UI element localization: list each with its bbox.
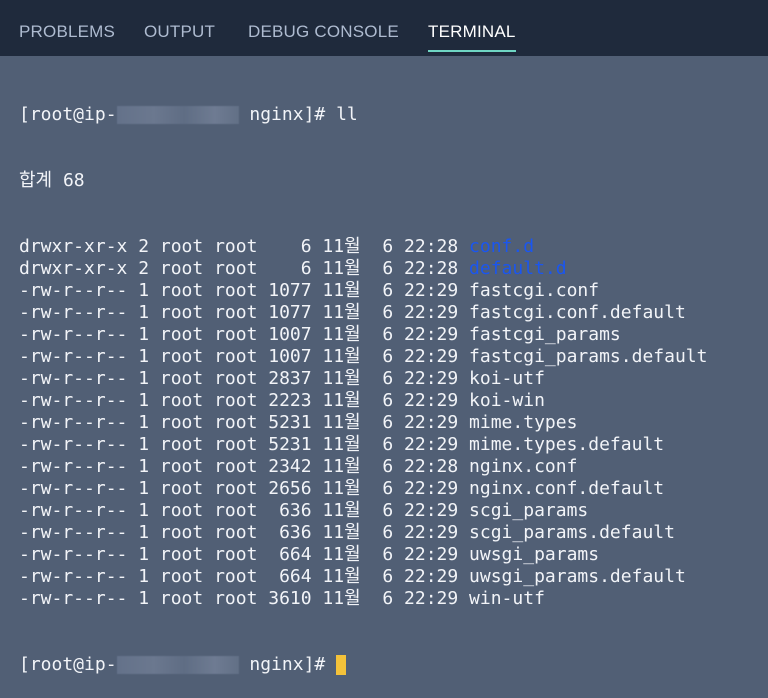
file-meta: -rw-r--r-- 1 root root 2342 11월 6 22:28 <box>19 456 469 478</box>
file-name: fastcgi_params.default <box>469 346 707 368</box>
listing-row: drwxr-xr-x 2 root root 6 11월 6 22:28 def… <box>19 258 768 280</box>
command-line: [root@ip- nginx]# ll <box>19 104 768 126</box>
file-name: win-utf <box>469 588 545 610</box>
file-name: fastcgi.conf.default <box>469 302 686 324</box>
listing-row: -rw-r--r-- 1 root root 5231 11월 6 22:29 … <box>19 434 768 456</box>
file-meta: -rw-r--r-- 1 root root 1007 11월 6 22:29 <box>19 324 469 346</box>
listing-row: -rw-r--r-- 1 root root 2342 11월 6 22:28 … <box>19 456 768 478</box>
file-meta: -rw-r--r-- 1 root root 1007 11월 6 22:29 <box>19 346 469 368</box>
active-prompt-line[interactable]: [root@ip- nginx]# <box>19 654 768 676</box>
file-meta: -rw-r--r-- 1 root root 2837 11월 6 22:29 <box>19 368 469 390</box>
listing-row: -rw-r--r-- 1 root root 664 11월 6 22:29 u… <box>19 544 768 566</box>
listing-row: -rw-r--r-- 1 root root 636 11월 6 22:29 s… <box>19 522 768 544</box>
redacted-hostname <box>117 106 239 124</box>
listing-row: -rw-r--r-- 1 root root 1007 11월 6 22:29 … <box>19 346 768 368</box>
file-meta: -rw-r--r-- 1 root root 5231 11월 6 22:29 <box>19 434 469 456</box>
file-name: koi-utf <box>469 368 545 390</box>
file-meta: -rw-r--r-- 1 root root 5231 11월 6 22:29 <box>19 412 469 434</box>
file-meta: -rw-r--r-- 1 root root 636 11월 6 22:29 <box>19 500 469 522</box>
file-name: nginx.conf.default <box>469 478 664 500</box>
listing-row: -rw-r--r-- 1 root root 1077 11월 6 22:29 … <box>19 302 768 324</box>
tab-debug-console[interactable]: DEBUG CONSOLE <box>248 22 399 52</box>
file-name: nginx.conf <box>469 456 577 478</box>
listing-row: -rw-r--r-- 1 root root 664 11월 6 22:29 u… <box>19 566 768 588</box>
panel-tab-bar: PROBLEMS OUTPUT DEBUG CONSOLE TERMINAL <box>0 0 768 56</box>
tab-problems[interactable]: PROBLEMS <box>19 22 115 52</box>
file-meta: -rw-r--r-- 1 root root 3610 11월 6 22:29 <box>19 588 469 610</box>
prompt-start: [root@ip- <box>19 104 117 126</box>
prompt-end: nginx]# <box>239 654 337 676</box>
total-line: 합계 68 <box>19 170 768 192</box>
file-meta: -rw-r--r-- 1 root root 1077 11월 6 22:29 <box>19 302 469 324</box>
file-name: scgi_params.default <box>469 522 675 544</box>
file-name: fastcgi_params <box>469 324 621 346</box>
listing-row: -rw-r--r-- 1 root root 5231 11월 6 22:29 … <box>19 412 768 434</box>
file-meta: drwxr-xr-x 2 root root 6 11월 6 22:28 <box>19 236 469 258</box>
listing-row: -rw-r--r-- 1 root root 2837 11월 6 22:29 … <box>19 368 768 390</box>
file-meta: -rw-r--r-- 1 root root 636 11월 6 22:29 <box>19 522 469 544</box>
terminal-cursor <box>336 655 346 675</box>
file-meta: -rw-r--r-- 1 root root 2223 11월 6 22:29 <box>19 390 469 412</box>
file-name: koi-win <box>469 390 545 412</box>
listing-row: -rw-r--r-- 1 root root 636 11월 6 22:29 s… <box>19 500 768 522</box>
command-text: ll <box>336 104 358 126</box>
listing-row: -rw-r--r-- 1 root root 2656 11월 6 22:29 … <box>19 478 768 500</box>
file-name: uwsgi_params.default <box>469 566 686 588</box>
prompt-end: nginx]# <box>239 104 337 126</box>
listing-row: -rw-r--r-- 1 root root 2223 11월 6 22:29 … <box>19 390 768 412</box>
listing-row: -rw-r--r-- 1 root root 3610 11월 6 22:29 … <box>19 588 768 610</box>
file-meta: -rw-r--r-- 1 root root 2656 11월 6 22:29 <box>19 478 469 500</box>
tab-terminal[interactable]: TERMINAL <box>428 22 516 52</box>
file-name: fastcgi.conf <box>469 280 599 302</box>
file-meta: drwxr-xr-x 2 root root 6 11월 6 22:28 <box>19 258 469 280</box>
listing-row: -rw-r--r-- 1 root root 1007 11월 6 22:29 … <box>19 324 768 346</box>
directory-name: conf.d <box>469 236 534 258</box>
listing-row: -rw-r--r-- 1 root root 1077 11월 6 22:29 … <box>19 280 768 302</box>
file-name: scgi_params <box>469 500 588 522</box>
file-name: uwsgi_params <box>469 544 599 566</box>
file-meta: -rw-r--r-- 1 root root 664 11월 6 22:29 <box>19 566 469 588</box>
listing-row: drwxr-xr-x 2 root root 6 11월 6 22:28 con… <box>19 236 768 258</box>
terminal-output[interactable]: [root@ip- nginx]# ll 합계 68 drwxr-xr-x 2 … <box>19 60 768 514</box>
file-name: mime.types <box>469 412 577 434</box>
directory-name: default.d <box>469 258 567 280</box>
file-meta: -rw-r--r-- 1 root root 1077 11월 6 22:29 <box>19 280 469 302</box>
file-listing: drwxr-xr-x 2 root root 6 11월 6 22:28 con… <box>19 236 768 610</box>
file-meta: -rw-r--r-- 1 root root 664 11월 6 22:29 <box>19 544 469 566</box>
redacted-hostname <box>117 656 239 674</box>
prompt-start: [root@ip- <box>19 654 117 676</box>
tab-output[interactable]: OUTPUT <box>144 22 215 52</box>
file-name: mime.types.default <box>469 434 664 456</box>
